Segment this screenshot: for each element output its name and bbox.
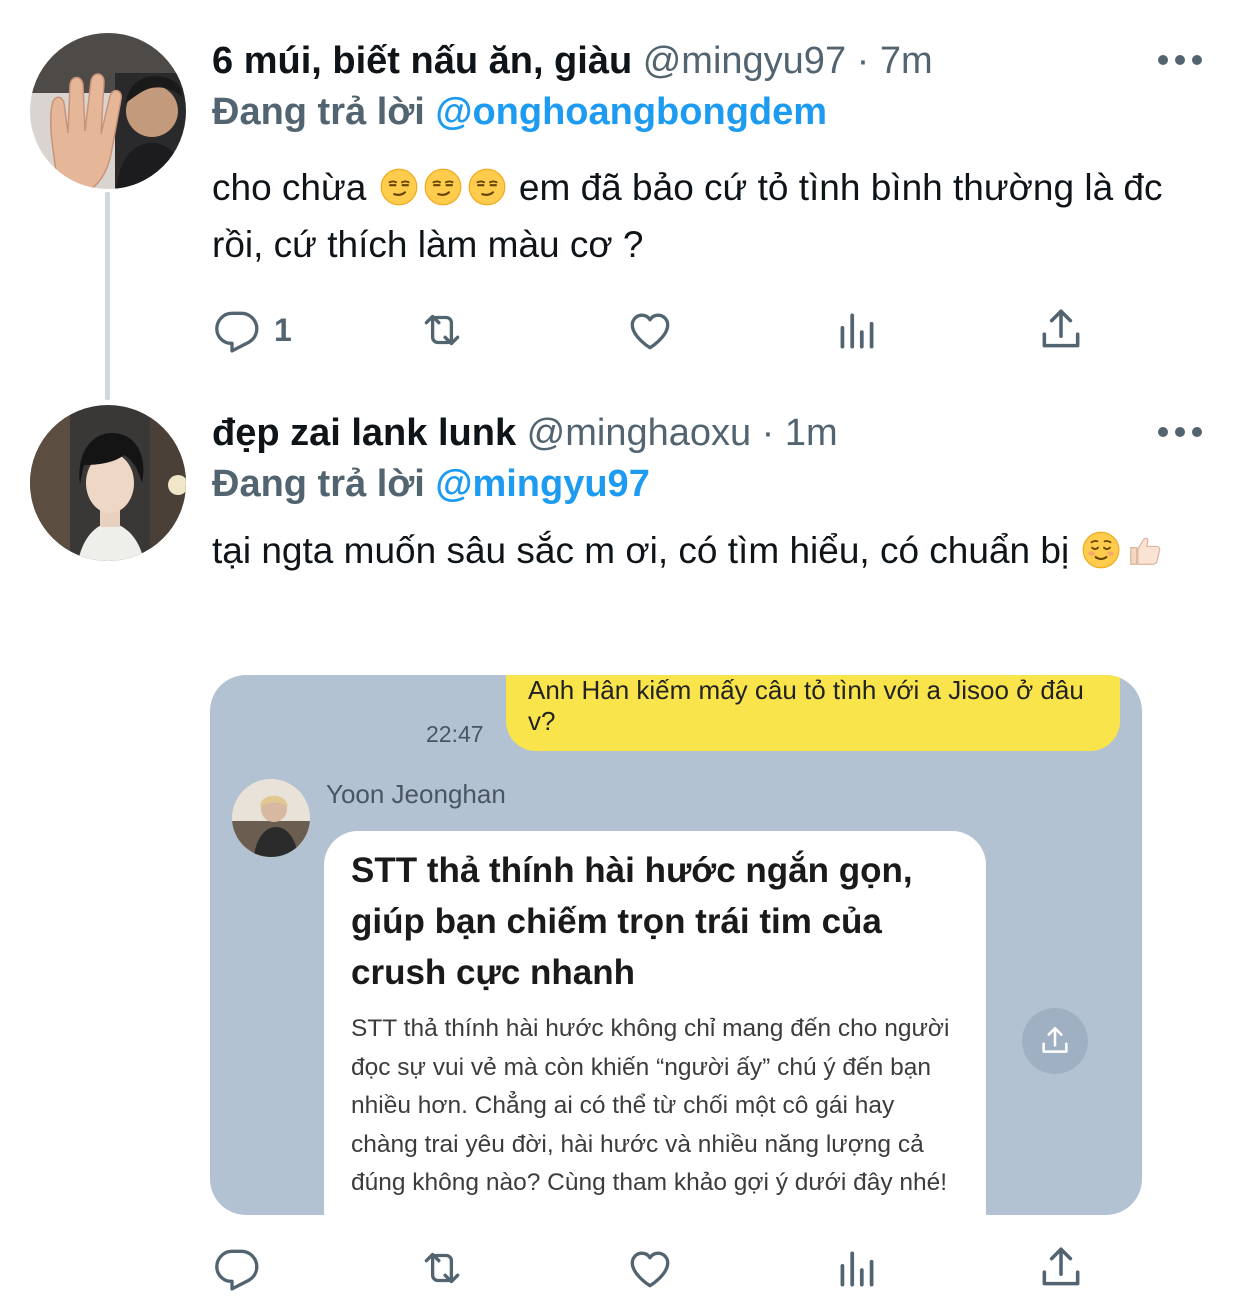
more-icon[interactable] <box>1158 50 1202 70</box>
replying-label: Đang trả lời <box>212 463 425 505</box>
retweet-icon <box>417 1243 467 1293</box>
message-time: 22:47 <box>426 721 484 747</box>
replying-to: Đang trả lời @onghoangbongdem <box>212 89 827 135</box>
timestamp[interactable]: 7m <box>880 40 933 82</box>
retweet-icon <box>417 305 467 355</box>
user-handle[interactable]: @mingyu97 <box>643 40 846 82</box>
tweet-header: 6 múi, biết nấu ăn, giàu @mingyu97 · 7m <box>212 38 933 84</box>
timestamp[interactable]: 1m <box>785 412 838 454</box>
analytics-icon <box>832 305 882 355</box>
more-icon[interactable] <box>1158 422 1202 442</box>
avatar[interactable] <box>30 33 186 189</box>
display-name[interactable]: 6 múi, biết nấu ăn, giàu <box>212 40 632 82</box>
mention-link[interactable]: @mingyu97 <box>435 463 649 505</box>
analytics-button[interactable] <box>832 302 882 358</box>
tweet-header: đẹp zai lank lunk @minghaoxu · 1m <box>212 410 838 456</box>
sender-name: Yoon Jeonghan <box>326 779 506 809</box>
display-name[interactable]: đẹp zai lank lunk <box>212 412 516 454</box>
share-icon <box>1022 1008 1088 1074</box>
separator-dot: · <box>751 412 785 454</box>
share-button[interactable] <box>1036 302 1086 358</box>
outgoing-message-bubble: Anh Hân kiếm mấy câu tỏ tình với a Jisoo… <box>506 675 1120 751</box>
action-bar <box>212 1240 1092 1296</box>
share-button[interactable] <box>1036 1240 1086 1296</box>
thread-connector-line <box>105 192 110 400</box>
like-button[interactable] <box>625 302 675 358</box>
reply-icon <box>212 1243 262 1293</box>
thumbs-up-emoji <box>1126 531 1164 569</box>
tweet-text: tại ngta muốn sâu sắc m ơi, có tìm hiểu,… <box>212 522 1172 579</box>
retweet-button[interactable] <box>417 302 467 358</box>
smirking-face-emoji <box>468 168 506 206</box>
smirking-face-emoji <box>380 168 418 206</box>
tweet-text: cho chừa em đã bảo cứ tỏ tình bình thườn… <box>212 159 1202 273</box>
replying-to: Đang trả lời @mingyu97 <box>212 461 650 507</box>
analytics-button[interactable] <box>832 1240 882 1296</box>
link-preview-card[interactable]: STT thả thính hài hước ngắn gọn, giúp bạ… <box>324 831 986 1215</box>
card-body: STT thả thính hài hước không chỉ mang đế… <box>351 1015 950 1196</box>
reply-count: 1 <box>274 311 292 348</box>
retweet-button[interactable] <box>417 1240 467 1296</box>
analytics-icon <box>832 1243 882 1293</box>
separator-dot: · <box>846 40 880 82</box>
reply-button[interactable]: 1 <box>212 302 292 358</box>
reply-button[interactable] <box>212 1240 262 1296</box>
mention-link[interactable]: @onghoangbongdem <box>435 91 827 133</box>
like-icon <box>625 305 675 355</box>
share-icon <box>1036 305 1086 355</box>
action-bar: 1 <box>212 302 1092 358</box>
avatar[interactable] <box>30 405 186 561</box>
smirking-face-emoji <box>424 168 462 206</box>
replying-label: Đang trả lời <box>212 91 425 133</box>
relieved-face-emoji <box>1082 531 1120 569</box>
tweet-text-part: cho chừa <box>212 167 367 208</box>
attached-image[interactable]: Anh Hân kiếm mấy câu tỏ tình với a Jisoo… <box>210 675 1142 1215</box>
reply-icon <box>212 305 262 355</box>
sender-avatar <box>232 779 310 857</box>
share-icon <box>1036 1243 1086 1293</box>
tweet-text-part: tại ngta muốn sâu sắc m ơi, có tìm hiểu,… <box>212 530 1070 571</box>
like-icon <box>625 1243 675 1293</box>
like-button[interactable] <box>625 1240 675 1296</box>
user-handle[interactable]: @minghaoxu <box>527 412 751 454</box>
card-title: STT thả thính hài hước ngắn gọn, giúp bạ… <box>351 851 913 992</box>
